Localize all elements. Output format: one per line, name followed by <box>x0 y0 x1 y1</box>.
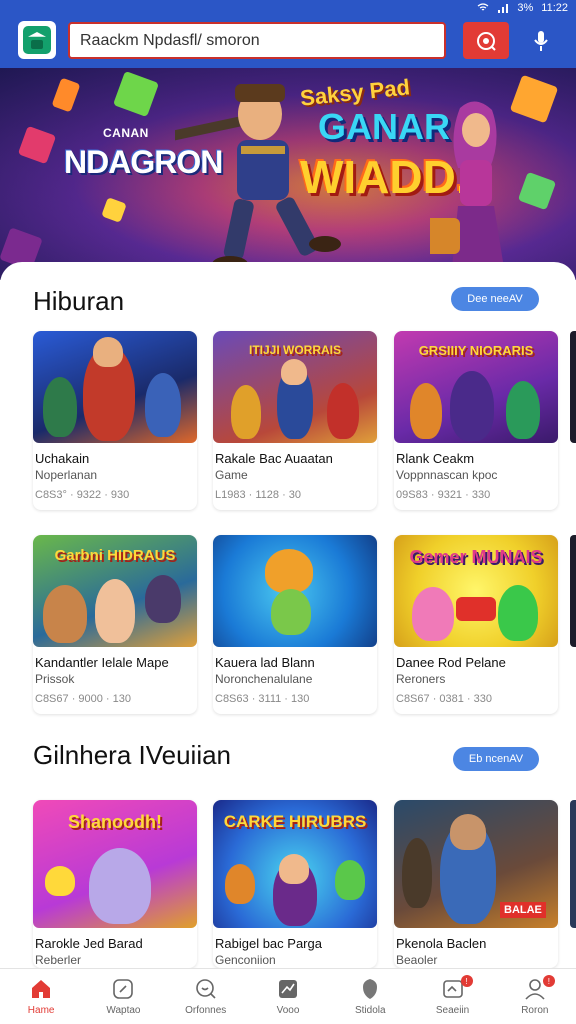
game-card-subtitle: Prissok <box>35 672 75 686</box>
game-card-subtitle: Voppnnascan kpoc <box>396 468 498 482</box>
game-card-title: Rabigel bac Parga <box>215 936 322 951</box>
section-title-second: Gilnhera IVeuiian <box>33 740 232 770</box>
game-card-title: Danee Rod Pelane <box>396 655 506 670</box>
game-thumbnail: Garbni HIDRAUS <box>33 535 197 647</box>
notification-badge: ! <box>542 975 555 987</box>
game-card-meta: 09S83 · 9321 · 330 <box>396 489 491 501</box>
wifi-icon <box>478 3 489 11</box>
game-card-title: Rarokle Jed Barad <box>35 936 143 951</box>
game-card[interactable]: BALAE Pkenola Baclen Beaoler <box>394 800 558 968</box>
heroine-character-illustration <box>430 101 504 268</box>
record-button[interactable] <box>463 22 509 59</box>
voice-search-button[interactable] <box>528 26 554 56</box>
nav-label: Vooo <box>276 1005 300 1016</box>
thumbnail-title-art: ITIJJI WORRAIS <box>248 343 341 357</box>
nav-label: Stidola <box>354 1005 386 1016</box>
game-card[interactable]: CARKE HIRUBRS Rabigel bac Parga Genconii… <box>213 800 377 968</box>
game-thumbnail: GRSIIIY NIORARIS <box>394 331 558 443</box>
next-card-peek[interactable] <box>570 535 576 647</box>
game-thumbnail: Shanoodh! <box>33 800 197 928</box>
content-sheet: Hiburan Dee neeAV Uchakain Noperlanan C8… <box>0 262 576 972</box>
game-card-title: Pkenola Baclen <box>396 936 487 951</box>
nav-label: Roron <box>521 1005 549 1016</box>
game-card[interactable]: Garbni HIDRAUS Kandantler Ielale Mape Pr… <box>33 535 197 714</box>
game-card-subtitle: Reberler <box>35 953 82 967</box>
thumbnail-title-art: BALAE <box>500 902 546 918</box>
mic-icon <box>534 31 548 51</box>
bottom-navigation: Hame Waptao Orfonnes Vooo Stidola ! Seae… <box>0 968 576 1024</box>
game-card-title: Kauera lad Blann <box>215 655 315 670</box>
nav-label: Hame <box>27 1005 55 1016</box>
thumbnail-title-art: CARKE HIRUBRS <box>223 812 367 831</box>
game-card-subtitle: Genconiion <box>215 953 276 967</box>
game-thumbnail <box>213 535 377 647</box>
top-app-bar: 3% 11:22 Raackm Npdasfl/ smoron <box>0 0 576 78</box>
app-logo-icon <box>23 26 51 54</box>
nav-stidola[interactable]: Stidola <box>329 969 411 1024</box>
thumbnail-title-art: Gemer MUNAIS <box>409 547 543 567</box>
record-icon <box>477 31 496 51</box>
section-title-hiburan: Hiburan <box>33 286 125 316</box>
nav-label: Seaeiin <box>435 1005 470 1016</box>
promo-banner[interactable]: CANAN NDAGRON Saksy Pad GANAR WIADD.! <box>0 68 576 280</box>
game-card-subtitle: Reroners <box>396 672 446 686</box>
next-card-peek[interactable] <box>570 331 576 443</box>
tablet-icon <box>113 979 134 999</box>
notification-badge: ! <box>460 975 473 987</box>
clock: 11:22 <box>541 2 568 14</box>
nav-roron[interactable]: ! Roron <box>494 969 576 1024</box>
game-thumbnail: CARKE HIRUBRS <box>213 800 377 928</box>
game-card[interactable]: Gemer MUNAIS Danee Rod Pelane Reroners C… <box>394 535 558 714</box>
next-card-peek[interactable] <box>570 800 576 928</box>
thumbnail-title-art: Shanoodh! <box>68 812 162 832</box>
home-icon <box>32 980 51 998</box>
game-card-title: Uchakain <box>35 451 90 466</box>
game-thumbnail <box>33 331 197 443</box>
game-card-title: Kandantler Ielale Mape <box>35 655 169 670</box>
game-card-title: Rakale Bac Auaatan <box>215 451 333 466</box>
shield-icon <box>363 979 378 999</box>
game-card-subtitle: Noperlanan <box>35 468 98 482</box>
game-thumbnail: BALAE <box>394 800 558 928</box>
see-all-button-second[interactable]: Eb ncenAV <box>453 747 539 771</box>
nav-seaeiin[interactable]: ! Seaeiin <box>411 969 493 1024</box>
banner-brand-small: CANAN <box>103 126 149 140</box>
thumbnail-title-art: GRSIIIY NIORARIS <box>418 343 534 358</box>
nav-label: Waptao <box>106 1005 141 1016</box>
game-card[interactable]: Uchakain Noperlanan C8S3° · 9322 · 930 <box>33 331 197 510</box>
battery-percent: 3% <box>517 2 534 14</box>
game-card[interactable]: Shanoodh! Rarokle Jed Barad Reberler <box>33 800 197 968</box>
game-card[interactable]: ITIJJI WORRAIS Rakale Bac Auaatan Game L… <box>213 331 377 510</box>
game-card-subtitle: Beaoler <box>396 953 438 967</box>
chat-search-icon <box>195 979 216 999</box>
game-thumbnail: Gemer MUNAIS <box>394 535 558 647</box>
chart-icon <box>278 980 297 998</box>
nav-orfonnes[interactable]: Orfonnes <box>165 969 247 1024</box>
nav-waptao[interactable]: Waptao <box>82 969 164 1024</box>
nav-label: Orfonnes <box>185 1005 227 1016</box>
game-card-subtitle: Noronchenalulane <box>215 672 313 686</box>
game-card[interactable]: Kauera lad Blann Noronchenalulane C8S63 … <box>213 535 377 714</box>
game-card-meta: L1983 · 1128 · 30 <box>215 489 302 501</box>
nav-vooo[interactable]: Vooo <box>247 969 329 1024</box>
signal-icon <box>498 4 509 13</box>
game-card-meta: C8S67 · 9000 · 130 <box>35 693 132 705</box>
app-logo[interactable] <box>18 21 56 59</box>
game-card-meta: C8S67 · 0381 · 330 <box>396 693 493 705</box>
game-card-meta: C8S63 · 3111 · 130 <box>215 693 310 705</box>
search-text: Raackm Npdasfl/ smoron <box>80 31 260 49</box>
thumbnail-title-art: Garbni HIDRAUS <box>54 547 176 564</box>
nav-home[interactable]: Hame <box>0 969 82 1024</box>
game-card-subtitle: Game <box>215 468 248 482</box>
game-card[interactable]: GRSIIIY NIORARIS Rlank Ceakm Voppnnascan… <box>394 331 558 510</box>
search-input[interactable]: Raackm Npdasfl/ smoron <box>68 22 446 59</box>
see-all-button-hiburan[interactable]: Dee neeAV <box>451 287 539 311</box>
status-bar: 3% 11:22 <box>477 0 568 16</box>
game-thumbnail: ITIJJI WORRAIS <box>213 331 377 443</box>
game-card-title: Rlank Ceakm <box>396 451 475 466</box>
game-card-meta: C8S3° · 9322 · 930 <box>35 489 130 501</box>
